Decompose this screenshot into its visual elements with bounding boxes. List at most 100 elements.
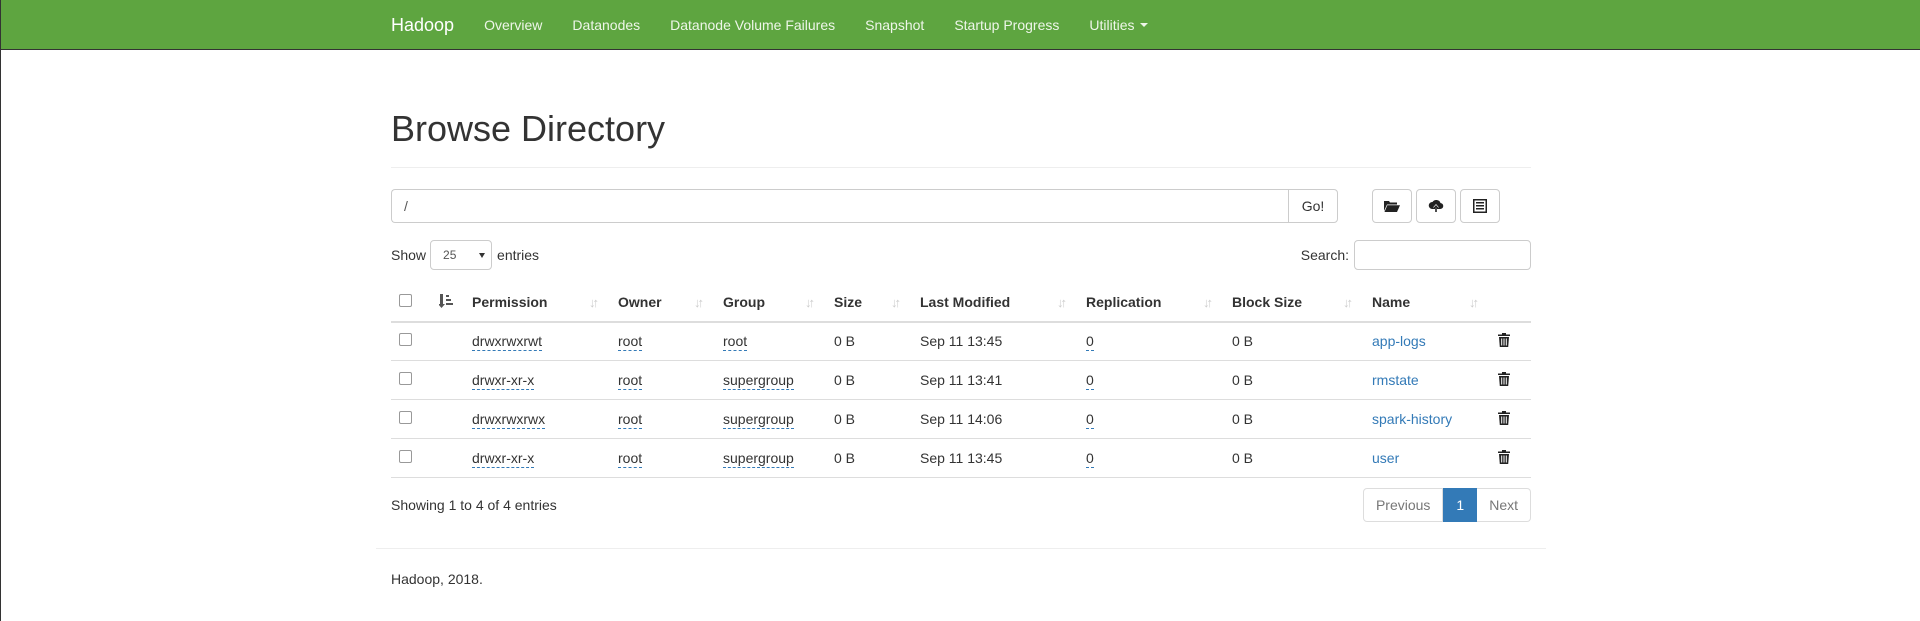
entries-label: entries [497,246,540,263]
entries-select-value: 25 [443,247,457,262]
next-page-button[interactable]: Next [1477,488,1531,523]
nav-startup-progress[interactable]: Startup Progress [954,17,1059,33]
row-checkbox[interactable] [399,450,412,464]
name-link[interactable]: rmstate [1372,372,1419,388]
brand-link[interactable]: Hadoop [391,15,454,36]
row-group: root [715,321,826,362]
header-icon-sort[interactable] [431,283,464,323]
sort-both-icon: ↓↑ [1469,294,1479,310]
nav-utilities-dropdown[interactable]: Utilities [1089,17,1148,33]
header-permission[interactable]: Permission ↓↑ [464,283,610,323]
trash-icon[interactable] [1498,371,1510,386]
row-owner: root [610,321,715,362]
sort-both-icon: ↓↑ [891,294,901,310]
select-all-checkbox[interactable] [399,294,412,308]
replication-value[interactable]: 0 [1086,411,1094,430]
replication-value[interactable]: 0 [1086,333,1094,352]
toolbar-buttons [1372,188,1504,223]
directory-path-input[interactable] [391,188,1288,223]
navbar-inner: Hadoop Overview Datanodes Datanode Volum… [391,0,1178,50]
nav-datanodes[interactable]: Datanodes [572,17,640,33]
cut-paste-button[interactable] [1460,188,1500,223]
row-owner: root [610,360,715,401]
header-last-modified[interactable]: Last Modified ↓↑ [912,283,1078,323]
header-block-size[interactable]: Block Size ↓↑ [1224,283,1364,323]
owner-value[interactable]: root [618,372,643,391]
row-actions [1490,321,1531,362]
page-1-button[interactable]: 1 [1443,488,1478,523]
path-input-group: Go! [391,188,1338,223]
owner-value[interactable]: root [618,450,643,469]
row-name: app-logs [1364,321,1490,362]
nav-datanode-volume-failures[interactable]: Datanode Volume Failures [670,17,835,33]
table-row: drwxrwxrwt root root 0 B Sep 11 13:45 0 … [391,321,1531,362]
row-last-modified: Sep 11 13:45 [912,321,1078,362]
row-actions [1490,399,1531,440]
name-link[interactable]: app-logs [1372,333,1426,349]
header-name[interactable]: Name ↓↑ [1364,283,1490,323]
row-permission: drwxrwxrwx [464,399,610,440]
header-last-modified-label: Last Modified [920,294,1011,311]
row-size: 0 B [826,321,912,362]
nav-overview[interactable]: Overview [484,17,542,33]
go-button[interactable]: Go! [1288,188,1338,223]
directory-table: Permission ↓↑ Owner ↓↑ Group ↓↑ Size ↓↑ Last… [391,283,1531,479]
permission-value[interactable]: drwxrwxrwt [472,333,542,352]
row-size: 0 B [826,399,912,440]
row-checkbox[interactable] [399,333,412,347]
header-block-size-label: Block Size [1232,294,1303,311]
entries-info: Showing 1 to 4 of 4 entries [391,497,557,514]
header-replication[interactable]: Replication ↓↑ [1078,283,1224,323]
upload-button[interactable] [1416,188,1456,223]
row-block-size: 0 B [1224,360,1364,401]
row-checkbox-cell [391,321,431,362]
permission-value[interactable]: drwxr-xr-x [472,450,535,469]
table-row: drwxr-xr-x root supergroup 0 B Sep 11 13… [391,360,1531,401]
header-owner[interactable]: Owner ↓↑ [610,283,715,323]
header-group[interactable]: Group ↓↑ [715,283,826,323]
group-value[interactable]: supergroup [723,450,794,469]
header-actions [1490,283,1531,323]
owner-value[interactable]: root [618,411,643,430]
row-name: spark-history [1364,399,1490,440]
show-label: Show [391,246,427,263]
row-last-modified: Sep 11 14:06 [912,399,1078,440]
sort-both-icon: ↓↑ [805,294,815,310]
row-checkbox[interactable] [399,411,412,425]
group-value[interactable]: root [723,333,748,352]
trash-icon[interactable] [1498,449,1510,464]
row-checkbox[interactable] [399,372,412,386]
table-info-row: Showing 1 to 4 of 4 entries Previous 1 N… [391,488,1531,523]
permission-value[interactable]: drwxr-xr-x [472,372,535,391]
row-size: 0 B [826,360,912,401]
trash-icon[interactable] [1498,332,1510,347]
row-block-size: 0 B [1224,321,1364,362]
header-size[interactable]: Size ↓↑ [826,283,912,323]
group-value[interactable]: supergroup [723,372,794,391]
row-icon-cell [431,399,464,440]
create-directory-button[interactable] [1372,188,1412,223]
row-checkbox-cell [391,360,431,401]
row-last-modified: Sep 11 13:41 [912,360,1078,401]
search-control: Search: [1301,239,1531,270]
name-link[interactable]: user [1372,450,1399,466]
group-value[interactable]: supergroup [723,411,794,430]
entries-select[interactable]: 25 [430,239,493,270]
table-row: drwxr-xr-x root supergroup 0 B Sep 11 13… [391,438,1531,479]
nav-snapshot[interactable]: Snapshot [865,17,924,33]
replication-value[interactable]: 0 [1086,372,1094,391]
replication-value[interactable]: 0 [1086,450,1094,469]
previous-page-button[interactable]: Previous [1362,488,1444,523]
search-input[interactable] [1354,239,1531,270]
permission-value[interactable]: drwxrwxrwx [472,411,546,430]
row-block-size: 0 B [1224,438,1364,479]
name-link[interactable]: spark-history [1372,411,1452,427]
trash-icon[interactable] [1498,410,1510,425]
row-replication: 0 [1078,360,1224,401]
header-size-label: Size [834,294,863,311]
cloud-upload-icon [1428,199,1444,212]
row-size: 0 B [826,438,912,479]
owner-value[interactable]: root [618,333,643,352]
row-actions [1490,438,1531,479]
row-checkbox-cell [391,399,431,440]
